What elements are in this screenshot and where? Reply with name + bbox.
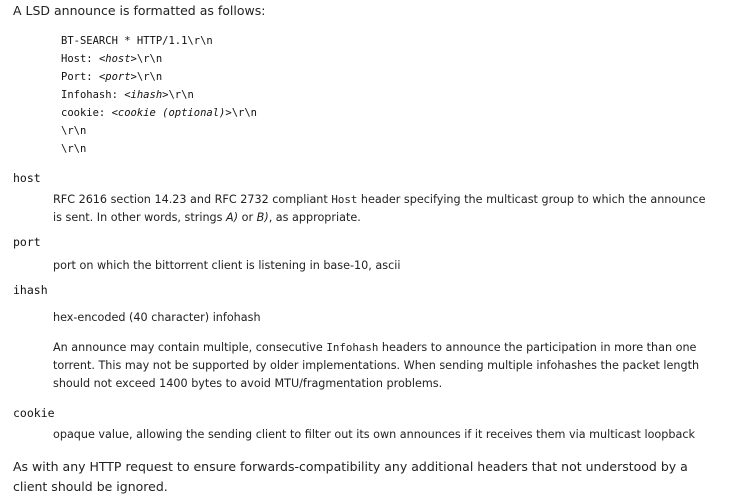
port-placeholder: <port> (98, 71, 137, 83)
ihash-note-pre: An announce may contain multiple, consec… (53, 341, 327, 354)
format-line-request: BT-SEARCH * HTTP/1.1\r\n (61, 32, 257, 50)
format-line-host: Host: <host>\r\n (61, 50, 257, 68)
infohash-placeholder: <ihash> (124, 89, 169, 101)
string-b-ref: B) (256, 211, 269, 224)
host-header-code: Host (331, 193, 358, 206)
announce-format-code-block: BT-SEARCH * HTTP/1.1\r\n Host: <host>\r\… (61, 32, 257, 158)
port-key-text: Port: (61, 71, 99, 83)
host-crlf: \r\n (136, 53, 163, 65)
format-line-port: Port: <port>\r\n (61, 68, 257, 86)
crlf-text: \r\n (61, 125, 87, 137)
term-cookie: cookie (13, 406, 55, 420)
format-line-crlf-2: \r\n (61, 140, 257, 158)
definition-ihash-note: An announce may contain multiple, consec… (53, 339, 717, 393)
cookie-placeholder: <cookie (optional)> (111, 107, 232, 119)
cookie-key-text: cookie: (61, 107, 112, 119)
cookie-crlf: \r\n (231, 107, 257, 119)
term-port: port (13, 235, 41, 249)
host-key-text: Host: (61, 53, 99, 65)
crlf-text: \r\n (61, 143, 87, 155)
definition-host: RFC 2616 section 14.23 and RFC 2732 comp… (53, 191, 717, 227)
host-placeholder: <host> (98, 53, 137, 65)
infohash-crlf: \r\n (168, 89, 194, 101)
term-host: host (13, 171, 41, 185)
infohash-key-text: Infohash: (61, 89, 125, 101)
definition-port: port on which the bittorrent client is l… (53, 259, 401, 272)
format-line-crlf-1: \r\n (61, 122, 257, 140)
definition-cookie: opaque value, allowing the sending clien… (53, 428, 695, 441)
outro-paragraph: As with any HTTP request to ensure forwa… (13, 459, 688, 494)
term-ihash: ihash (13, 283, 48, 297)
host-def-post: , as appropriate. (268, 211, 361, 224)
format-line-infohash: Infohash: <ihash>\r\n (61, 86, 257, 104)
intro-paragraph: A LSD announce is formatted as follows: (13, 3, 266, 18)
definition-ihash: hex-encoded (40 character) infohash (53, 311, 261, 324)
port-crlf: \r\n (136, 71, 163, 83)
format-line-cookie: cookie: <cookie (optional)>\r\n (61, 104, 257, 122)
string-a-ref: A) (226, 211, 239, 224)
host-def-pre: RFC 2616 section 14.23 and RFC 2732 comp… (53, 193, 332, 206)
request-line-text: BT-SEARCH * HTTP/1.1\r\n (61, 35, 213, 47)
infohash-header-code: Infohash (326, 341, 379, 354)
host-def-or: or (238, 211, 257, 224)
